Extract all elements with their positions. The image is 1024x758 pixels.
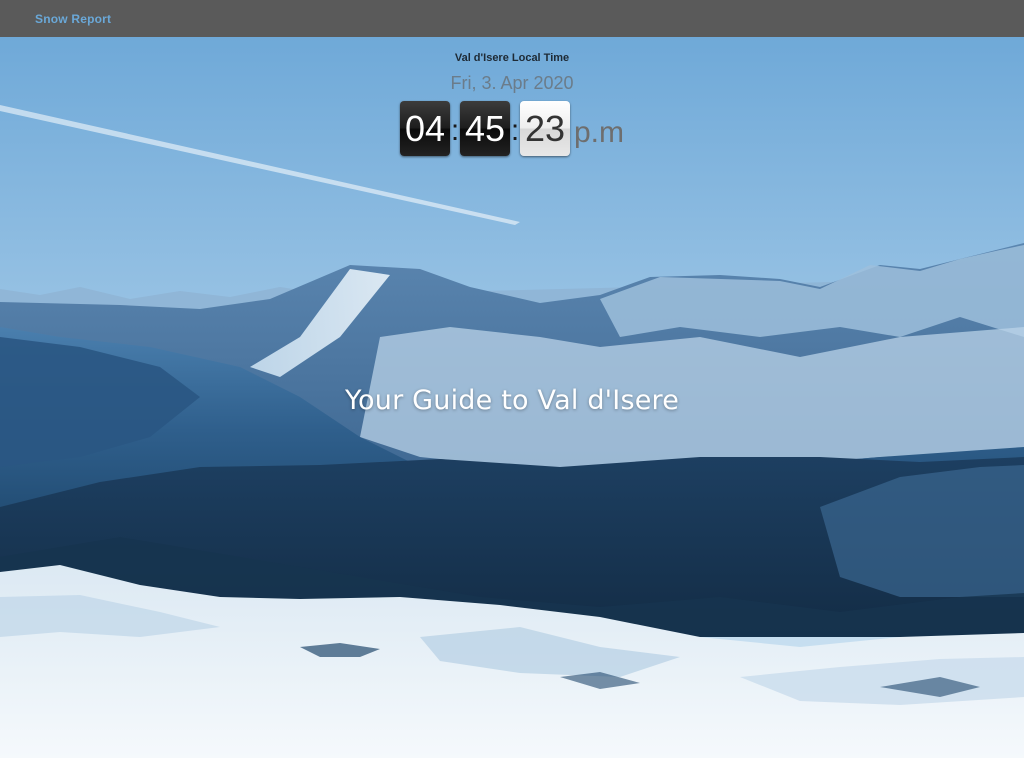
clock-separator: : xyxy=(510,114,520,147)
date-display: Fri, 3. Apr 2020 xyxy=(450,73,574,93)
local-time-widget: Val d'Isere Local Time Fri, 3. Apr 2020 … xyxy=(0,37,1024,156)
clock-period: p.m xyxy=(573,116,624,149)
top-nav-bar: Snow Report xyxy=(0,0,1024,37)
snow-report-link[interactable]: Snow Report xyxy=(35,12,111,26)
local-time-title: Val d'Isere Local Time xyxy=(454,52,570,64)
clock-minutes: 45 xyxy=(459,101,510,156)
clock-seconds: 23 xyxy=(519,101,570,156)
page: Snow Report Val d'Isere Local Time Fri, … xyxy=(0,0,1024,758)
hero-tagline: Your Guide to Val d'Isere xyxy=(344,385,680,416)
clock-separator: : xyxy=(450,114,460,147)
flip-clock: 04 : 45 : 23 p.m xyxy=(0,100,1024,156)
clock-hours: 04 xyxy=(399,101,450,156)
